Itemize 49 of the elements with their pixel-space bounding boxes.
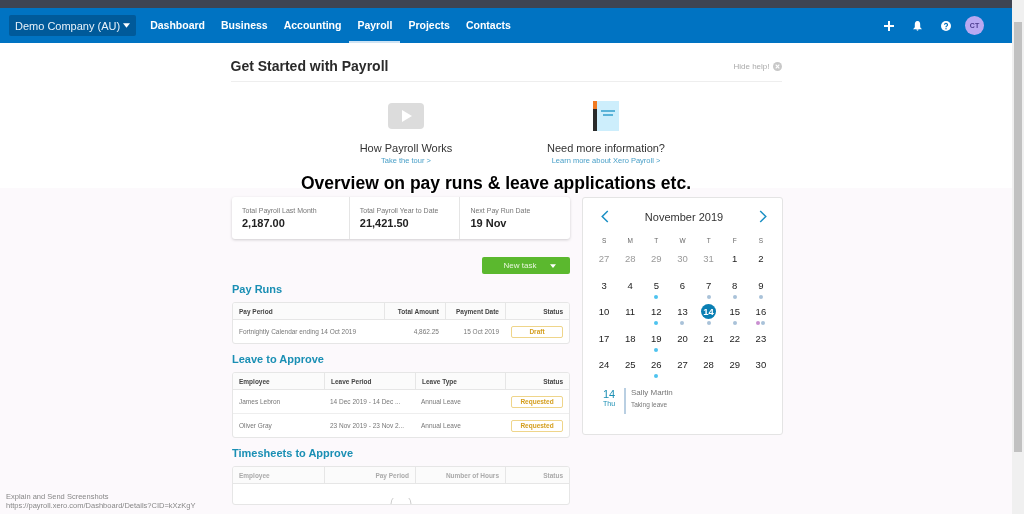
- calendar-month: November 2019: [644, 210, 724, 223]
- stat-value: 2,187.00: [242, 217, 286, 229]
- calendar-day[interactable]: 28: [701, 357, 717, 373]
- nav-tab[interactable]: Projects: [400, 8, 458, 43]
- event-name: Sally Martin: [631, 387, 673, 397]
- calendar-day[interactable]: 11: [622, 304, 638, 320]
- calendar-day[interactable]: 13: [675, 304, 690, 320]
- calendar-day[interactable]: 17: [596, 330, 612, 346]
- stat-value: 21,421.50: [359, 217, 410, 229]
- calendar-day[interactable]: 23: [753, 330, 769, 346]
- nav-tab[interactable]: Business: [213, 8, 276, 43]
- nav-tab[interactable]: Contacts: [457, 8, 519, 43]
- section-title: Leave to Approve: [232, 352, 325, 367]
- calendar-day[interactable]: 6: [675, 277, 690, 293]
- calendar-day[interactable]: 29: [727, 357, 743, 373]
- help-title: Get Started with Payroll: [230, 58, 389, 74]
- calendar-day[interactable]: 12: [648, 304, 664, 320]
- calendar-day[interactable]: 22: [727, 330, 743, 346]
- nav-tab[interactable]: Dashboard: [142, 8, 213, 43]
- help-card-title: Need more information?: [547, 142, 665, 154]
- organisation-menu[interactable]: Demo Company (AU): [9, 15, 137, 36]
- calendar-day[interactable]: 27: [675, 357, 690, 373]
- help-card-title: How Payroll Works: [359, 142, 453, 154]
- stat-value: 19 Nov: [470, 217, 508, 229]
- calendar-day[interactable]: 5: [648, 277, 664, 293]
- section-title: Timesheets to Approve: [232, 446, 355, 461]
- calendar-day[interactable]: 15: [727, 304, 743, 320]
- section-title: Pay Runs: [232, 282, 284, 297]
- calendar-day[interactable]: 25: [622, 357, 638, 373]
- nav-tab[interactable]: Accounting: [275, 8, 350, 43]
- calendar-day[interactable]: 16: [753, 304, 769, 320]
- calendar-day[interactable]: 1: [727, 251, 743, 266]
- calendar-day[interactable]: 20: [675, 330, 690, 346]
- calendar-day[interactable]: 26: [648, 357, 664, 373]
- calendar-day[interactable]: 3: [596, 277, 612, 293]
- calendar-day[interactable]: 4: [622, 277, 638, 293]
- calendar-day[interactable]: 8: [727, 277, 743, 293]
- calendar-day[interactable]: 9: [753, 277, 769, 293]
- calendar-day[interactable]: 19: [648, 330, 664, 346]
- calendar-day[interactable]: 2: [753, 251, 769, 266]
- calendar-day[interactable]: 30: [753, 357, 769, 373]
- calendar-day[interactable]: 7: [701, 277, 717, 293]
- calendar-day[interactable]: 21: [701, 330, 717, 346]
- calendar-day[interactable]: 18: [622, 330, 638, 346]
- calendar-day[interactable]: 14: [701, 304, 717, 320]
- calendar-day[interactable]: 24: [596, 357, 612, 373]
- event-day: 14: [602, 387, 616, 400]
- calendar-day[interactable]: 10: [596, 304, 612, 320]
- overlay-caption: Overview on pay runs & leave applications etc.: [300, 173, 692, 194]
